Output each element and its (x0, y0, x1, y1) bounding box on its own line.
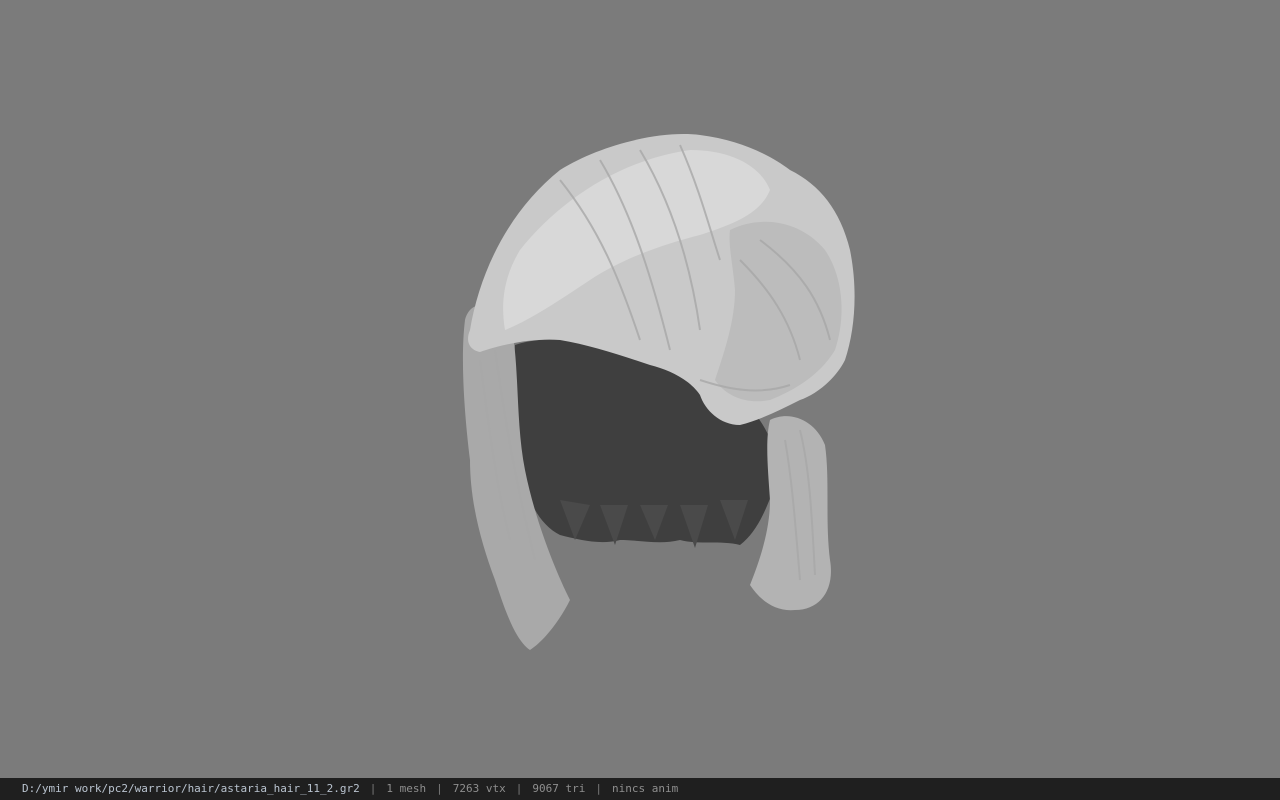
status-bar: D:/ymir work/pc2/warrior/hair/astaria_ha… (0, 778, 1280, 800)
file-path: D:/ymir work/pc2/warrior/hair/astaria_ha… (22, 782, 360, 795)
vertex-count: 7263 vtx (452, 782, 506, 795)
animation-status: nincs anim (611, 782, 679, 795)
separator: | (436, 782, 443, 795)
mesh-count: 1 mesh (386, 782, 427, 795)
hair-model[interactable] (0, 0, 1280, 778)
separator: | (595, 782, 602, 795)
separator: | (369, 782, 377, 795)
triangle-count: 9067 tri (532, 782, 586, 795)
separator: | (515, 782, 523, 795)
3d-viewport[interactable] (0, 0, 1280, 778)
